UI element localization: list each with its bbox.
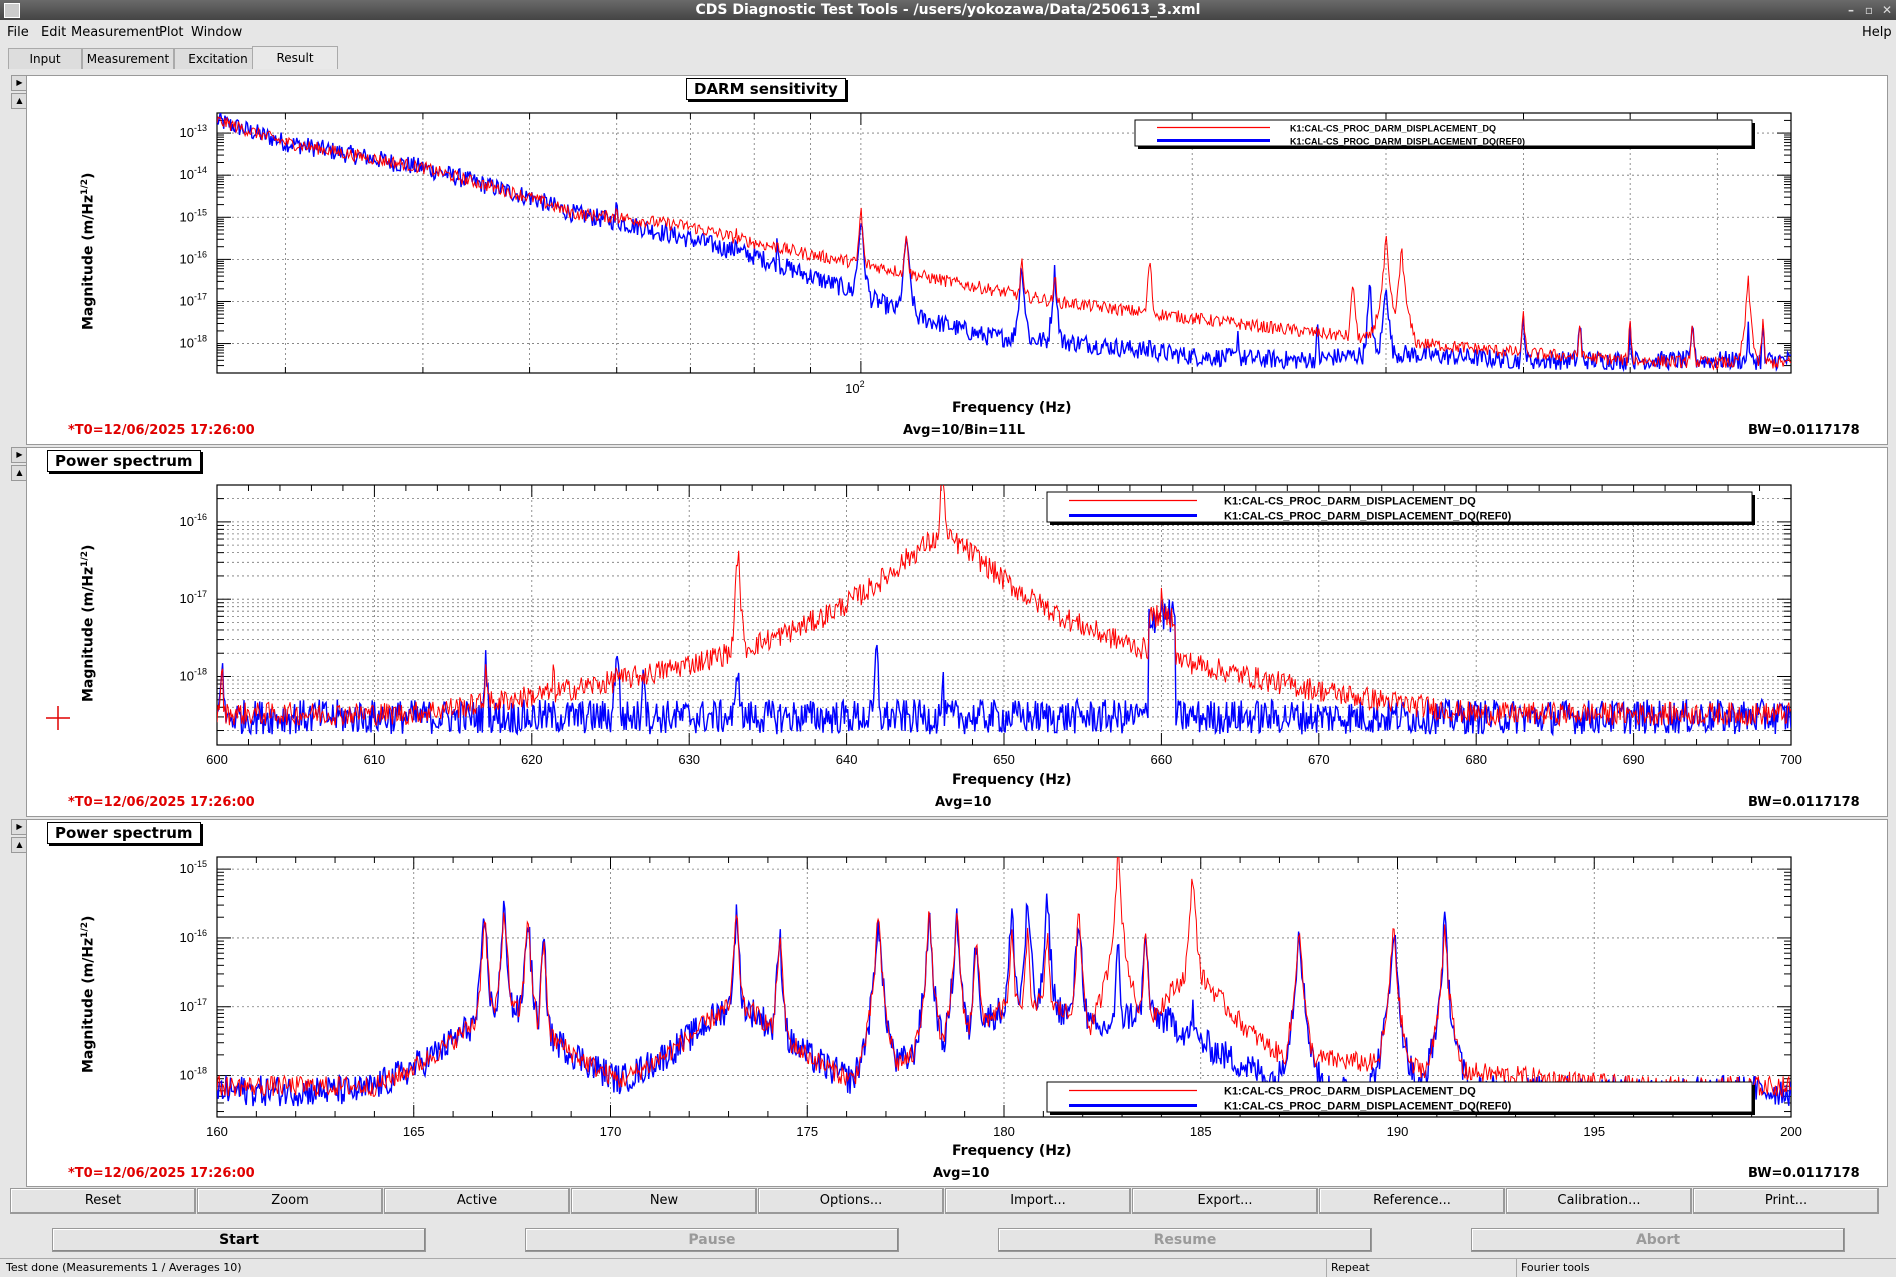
y-tick-label: 10-18: [180, 1066, 207, 1083]
x-tick-label: 170: [600, 1124, 622, 1139]
x-tick-label: 660: [1151, 752, 1173, 767]
x-tick-label: 190: [1387, 1124, 1409, 1139]
y-tick-label: 10-13: [180, 123, 207, 140]
print-button[interactable]: Print...: [1693, 1188, 1879, 1214]
pause-button[interactable]: Pause: [525, 1228, 899, 1252]
x-tick-label: 640: [836, 752, 858, 767]
legend-entry: K1:CAL-CS_PROC_DARM_DISPLACEMENT_DQ(REF0…: [1224, 511, 1512, 523]
y-tick-label: 10-14: [180, 165, 207, 182]
legend-entry: K1:CAL-CS_PROC_DARM_DISPLACEMENT_DQ: [1224, 496, 1476, 508]
chart-darm-sensitivity[interactable]: 10-13 10-14 10-15 10-16 10-17 10-18 102 K1:CAL-…: [0, 0, 1896, 1277]
y-tick-label: 10-16: [180, 512, 207, 529]
calibration-button[interactable]: Calibration...: [1506, 1188, 1692, 1214]
status-text: Test done (Measurements 1 / Averages 10): [6, 1261, 242, 1274]
legend-entry: K1:CAL-CS_PROC_DARM_DISPLACEMENT_DQ: [1224, 1086, 1476, 1098]
zoom-button[interactable]: Zoom: [197, 1188, 383, 1214]
x-tick-label: 690: [1623, 752, 1645, 767]
status-repeat: Repeat: [1326, 1259, 1370, 1277]
options-button[interactable]: Options...: [758, 1188, 944, 1214]
legend-entry: K1:CAL-CS_PROC_DARM_DISPLACEMENT_DQ: [1290, 124, 1496, 134]
x-tick-label: 610: [364, 752, 386, 767]
status-fourier: Fourier tools: [1516, 1259, 1590, 1277]
x-tick-label: 700: [1780, 752, 1802, 767]
x-tick-label: 175: [796, 1124, 818, 1139]
x-tick-label: 195: [1583, 1124, 1605, 1139]
x-tick-label: 180: [993, 1124, 1015, 1139]
action-button-bar: Reset Zoom Active New Options... Import.…: [8, 1188, 1880, 1214]
x-tick-label: 160: [206, 1124, 228, 1139]
status-bar: Test done (Measurements 1 / Averages 10)…: [0, 1258, 1896, 1277]
x-tick-label: 680: [1465, 752, 1487, 767]
x-tick-label: 200: [1780, 1124, 1802, 1139]
y-tick-label: 10-17: [180, 589, 207, 606]
plot-area-2[interactable]: 10-15 10-16 10-17 10-18 160 165 170 175 180 185 19…: [180, 851, 1802, 1139]
x-tick-label: 630: [678, 752, 700, 767]
y-tick-label: 10-17: [180, 291, 207, 308]
active-button[interactable]: Active: [384, 1188, 570, 1214]
reference-button[interactable]: Reference...: [1319, 1188, 1505, 1214]
y-tick-label: 10-18: [180, 334, 207, 351]
start-button[interactable]: Start: [52, 1228, 426, 1252]
y-tick-label: 10-16: [180, 249, 207, 266]
x-tick-label: 620: [521, 752, 543, 767]
x-tick-label: 600: [206, 752, 228, 767]
x-tick-label: 185: [1190, 1124, 1212, 1139]
y-tick-label: 10-18: [180, 667, 207, 684]
x-tick-label: 165: [403, 1124, 425, 1139]
reset-button[interactable]: Reset: [10, 1188, 196, 1214]
run-button-bar: Start Pause Resume Abort: [0, 1228, 1896, 1254]
plot-area-0[interactable]: 10-13 10-14 10-15 10-16 10-17 10-18 102 K1:CAL-…: [180, 112, 1792, 396]
legend[interactable]: K1:CAL-CS_PROC_DARM_DISPLACEMENT_DQ K1:CA…: [1134, 119, 1755, 149]
plot-frame: [216, 112, 1792, 374]
resume-button[interactable]: Resume: [998, 1228, 1372, 1252]
y-tick-label: 10-15: [180, 859, 207, 876]
legend-entry: K1:CAL-CS_PROC_DARM_DISPLACEMENT_DQ(REF0…: [1290, 137, 1525, 147]
legend[interactable]: K1:CAL-CS_PROC_DARM_DISPLACEMENT_DQ K1:CA…: [1046, 1081, 1755, 1115]
import-button[interactable]: Import...: [945, 1188, 1131, 1214]
y-tick-label: 10-16: [180, 928, 207, 945]
x-tick-label: 102: [845, 379, 864, 396]
abort-button[interactable]: Abort: [1471, 1228, 1845, 1252]
plot-area-1[interactable]: 10-16 10-17 10-18 600 610 620 630 640 650 660 670 6…: [180, 465, 1802, 767]
new-button[interactable]: New: [571, 1188, 757, 1214]
legend-entry: K1:CAL-CS_PROC_DARM_DISPLACEMENT_DQ(REF0…: [1224, 1101, 1512, 1113]
x-tick-label: 670: [1308, 752, 1330, 767]
y-tick-label: 10-15: [180, 207, 207, 224]
export-button[interactable]: Export...: [1132, 1188, 1318, 1214]
legend[interactable]: K1:CAL-CS_PROC_DARM_DISPLACEMENT_DQ K1:CA…: [1046, 491, 1755, 525]
y-tick-label: 10-17: [180, 997, 207, 1014]
x-tick-label: 650: [993, 752, 1015, 767]
